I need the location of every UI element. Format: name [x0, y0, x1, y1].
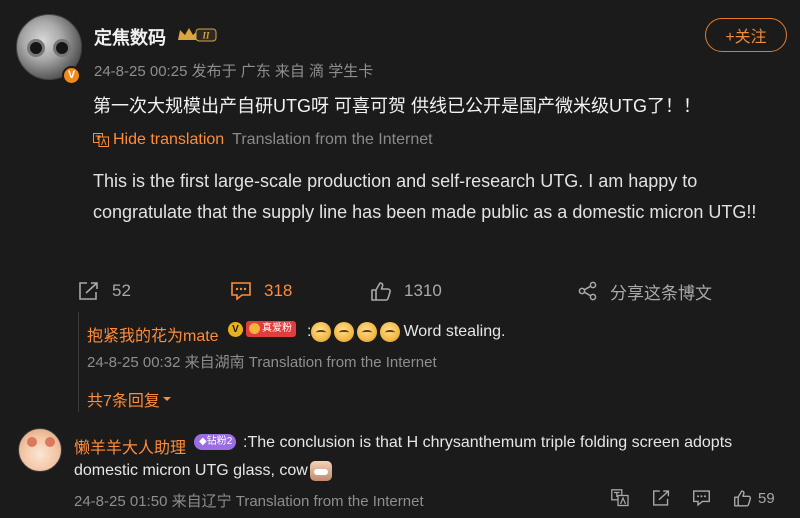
diamond-badge-label: 钻粉2 [206, 436, 233, 447]
share-icon [578, 281, 597, 301]
comment-text-line2: domestic micron UTG glass, cow [74, 461, 332, 481]
svg-text:II: II [201, 31, 210, 41]
author-name[interactable]: 定焦数码 [94, 24, 166, 50]
cow-emoji [309, 461, 332, 481]
comment-button[interactable]: 318 [230, 279, 292, 303]
crown-level-icon: II [178, 28, 217, 42]
reply-divider [78, 312, 79, 412]
translate-icon [93, 133, 109, 147]
avatar-lens-right [53, 39, 71, 57]
repost-icon [653, 490, 670, 506]
translate-icon [611, 489, 629, 507]
comment-translate-button[interactable] [611, 488, 629, 508]
reply-text: : Word stealing. [307, 322, 505, 342]
comment-icon [693, 490, 710, 507]
post-meta: 24-8-25 00:25 发布于 广东 来自 滴 学生卡 [94, 63, 374, 80]
translation-bar: Hide translation Translation from the In… [93, 131, 433, 149]
caret-down-icon [162, 397, 171, 401]
comment-like-button[interactable]: 59 [733, 488, 775, 508]
commenter-avatar[interactable] [18, 428, 62, 472]
fan-badge: 真爱粉 [246, 321, 296, 337]
thumbs-up-icon [734, 490, 752, 507]
avatar-lens-left [27, 39, 45, 57]
more-replies-label: 共7条回复 [87, 393, 160, 410]
comment-meta: 24-8-25 01:50 来自辽宁 Translation from the … [74, 493, 424, 510]
repost-icon [79, 282, 98, 300]
emoji-1 [311, 322, 332, 342]
reply-meta: 24-8-25 00:32 来自湖南 Translation from the … [87, 354, 437, 371]
thumbs-up-icon [371, 282, 391, 301]
comment-text-line2-body: domestic micron UTG glass, cow [74, 462, 308, 479]
post-text: 第一次大规模出产自研UTG呀 可喜可贺 供线已公开是国产微米级UTG了！！ [93, 96, 701, 116]
translation-source: Translation from the Internet [232, 131, 433, 148]
reply-username[interactable]: 抱紧我的花为mate [87, 322, 219, 346]
comment-reply-button[interactable] [692, 488, 711, 508]
like-count: 1310 [404, 281, 442, 300]
like-button[interactable]: 1310 [370, 279, 442, 303]
hide-translation-link[interactable]: Hide translation [113, 131, 224, 149]
avatar-ear-right [45, 437, 55, 447]
diamond-icon: ◆ [199, 436, 207, 447]
avatar-ear-left [27, 437, 37, 447]
comment-count: 318 [264, 281, 293, 300]
reply-body: Word stealing. [403, 323, 506, 340]
diamond-fan-badge: ◆钻粉2 [194, 434, 237, 450]
emoji-2 [334, 322, 355, 342]
verified-badge-icon: V [62, 66, 81, 85]
comment-repost-button[interactable] [652, 488, 671, 508]
more-replies-link[interactable]: 共7条回复 [87, 387, 172, 411]
follow-button[interactable]: +关注 [705, 18, 787, 52]
emoji-4 [380, 322, 401, 342]
gold-verified-icon: V [228, 321, 243, 337]
share-button[interactable]: 分享这条博文 [578, 279, 712, 303]
reply-badges: V 真爱粉 [228, 321, 296, 337]
comment-text-line1: :The conclusion is that H chrysanthemum … [243, 434, 733, 451]
repost-count: 52 [112, 281, 131, 300]
share-label: 分享这条博文 [610, 283, 712, 303]
comment-like-count: 59 [758, 489, 775, 507]
emoji-3 [357, 322, 378, 342]
translated-text: This is the first large-scale production… [93, 171, 757, 222]
repost-button[interactable]: 52 [78, 279, 131, 303]
comment-icon [231, 282, 251, 301]
commenter-username[interactable]: 懒羊羊大人助理 [74, 434, 186, 458]
